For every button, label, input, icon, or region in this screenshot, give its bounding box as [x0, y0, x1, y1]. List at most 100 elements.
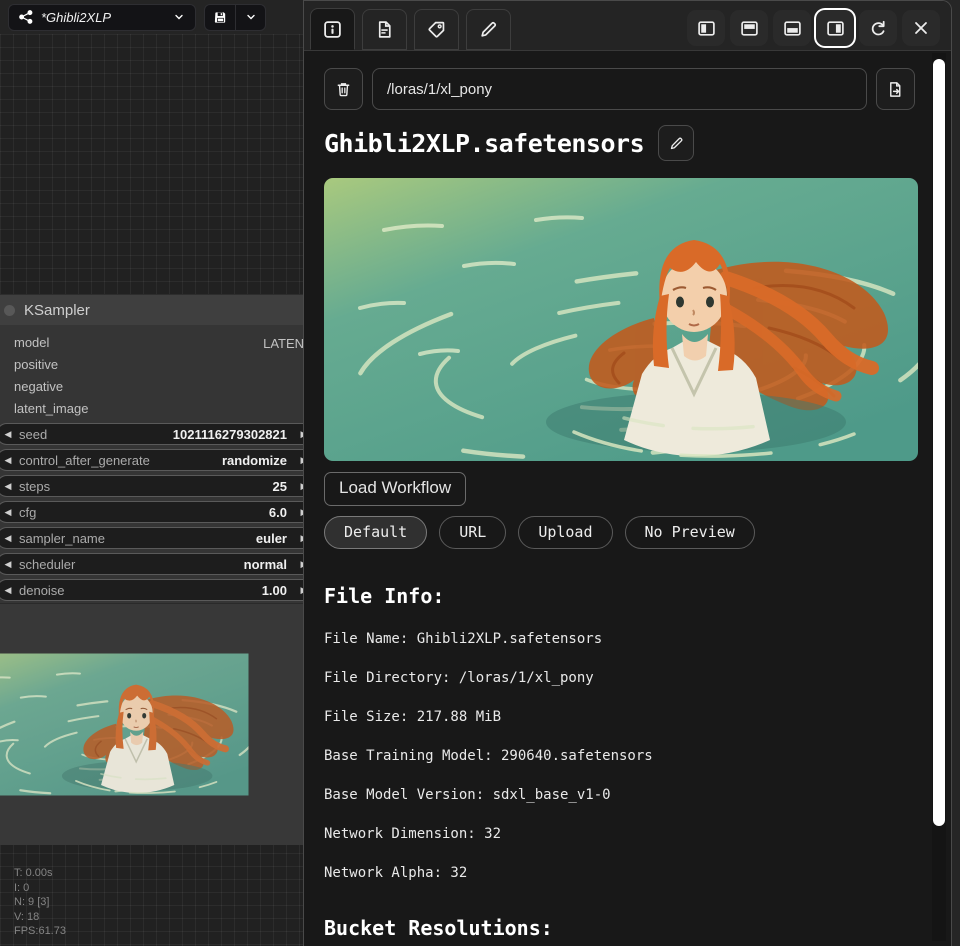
model-path-input[interactable]: [372, 68, 867, 110]
panel-scrollbar-track[interactable]: [932, 53, 946, 941]
increment-icon[interactable]: ▶: [295, 507, 303, 518]
input-positive[interactable]: positive: [14, 357, 58, 372]
file-size-row: File Size: 217.88 MiB: [324, 709, 915, 725]
preview-upload-button[interactable]: Upload: [518, 516, 612, 549]
ksampler-node[interactable]: KSampler model LATENT positive negative l…: [0, 295, 303, 603]
network-alpha-row: Network Alpha: 32: [324, 865, 915, 881]
dock-top-icon: [740, 19, 759, 38]
workflow-selector[interactable]: *Ghibli2XLP: [8, 4, 196, 31]
widget-seed[interactable]: ◀ seed 1021116279302821 ▶: [0, 423, 303, 445]
input-latent-image[interactable]: latent_image: [14, 401, 88, 416]
widget-denoise[interactable]: ◀ denoise 1.00 ▶: [0, 579, 303, 601]
dock-left-button[interactable]: [687, 10, 725, 46]
delete-model-button[interactable]: [324, 68, 363, 110]
tag-icon: [427, 20, 446, 39]
increment-icon[interactable]: ▶: [295, 455, 303, 466]
stat-time: T: 0.00s: [14, 866, 66, 881]
preview-source-buttons: Default URL Upload No Preview: [324, 516, 915, 549]
chevron-down-icon: [245, 11, 257, 23]
tab-edit[interactable]: [466, 9, 511, 50]
info-icon: [323, 20, 342, 39]
output-latent[interactable]: LATENT: [263, 336, 303, 351]
pencil-icon: [479, 20, 498, 39]
tab-description[interactable]: [362, 9, 407, 50]
base-model-version-row: Base Model Version: sdxl_base_v1-0: [324, 787, 915, 803]
path-toolbar: [324, 68, 915, 110]
decrement-icon[interactable]: ◀: [0, 481, 19, 492]
tab-tags[interactable]: [414, 9, 459, 50]
panel-content: Ghibli2XLP.safetensors Load Workflow Def…: [304, 52, 951, 946]
network-dimension-row: Network Dimension: 32: [324, 826, 915, 842]
close-icon: [912, 19, 930, 37]
stat-nodes: N: 9 [3]: [14, 895, 66, 910]
decrement-icon[interactable]: ◀: [0, 455, 19, 466]
model-info-panel: Ghibli2XLP.safetensors Load Workflow Def…: [303, 0, 952, 946]
file-directory-row: File Directory: /loras/1/xl_pony: [324, 670, 915, 686]
decrement-icon[interactable]: ◀: [0, 559, 19, 570]
save-workflow-button[interactable]: [205, 5, 235, 30]
base-training-model-row: Base Training Model: 290640.safetensors: [324, 748, 915, 764]
increment-icon[interactable]: ▶: [295, 533, 303, 544]
widget-sampler-name[interactable]: ◀ sampler_name euler ▶: [0, 527, 303, 549]
increment-icon[interactable]: ▶: [295, 481, 303, 492]
move-file-button[interactable]: [876, 68, 915, 110]
chevron-down-icon: [173, 11, 185, 23]
dock-bottom-icon: [783, 19, 802, 38]
save-options-button[interactable]: [235, 5, 265, 30]
dock-bottom-button[interactable]: [773, 10, 811, 46]
preview-image-node[interactable]: [0, 604, 303, 845]
widget-scheduler[interactable]: ◀ scheduler normal ▶: [0, 553, 303, 575]
rename-model-button[interactable]: [658, 125, 694, 161]
widget-steps[interactable]: ◀ steps 25 ▶: [0, 475, 303, 497]
increment-icon[interactable]: ▶: [295, 559, 303, 570]
trash-icon: [335, 81, 352, 98]
node-canvas[interactable]: *Ghibli2XLP KSampler model LATENT positiv…: [0, 0, 303, 946]
model-title-row: Ghibli2XLP.safetensors: [324, 125, 915, 161]
widget-control-after-generate[interactable]: ◀ control_after_generate randomize ▶: [0, 449, 303, 471]
model-preview-image: [324, 178, 918, 461]
node-io: model LATENT positive negative latent_ima…: [0, 325, 303, 421]
file-export-icon: [887, 81, 904, 98]
side-panel-window: Ghibli2XLP.safetensors Load Workflow Def…: [303, 0, 960, 946]
canvas-perf-stats: T: 0.00s I: 0 N: 9 [3] V: 18 FPS:61.73: [14, 866, 66, 939]
increment-icon[interactable]: ▶: [295, 585, 303, 596]
panel-scrollbar-thumb[interactable]: [933, 59, 945, 826]
workflow-menubar: *Ghibli2XLP: [0, 0, 303, 34]
refresh-button[interactable]: [859, 10, 897, 46]
load-workflow-button[interactable]: Load Workflow: [324, 472, 466, 506]
preview-none-button[interactable]: No Preview: [625, 516, 755, 549]
node-title-bar[interactable]: KSampler: [0, 295, 303, 325]
stat-v: V: 18: [14, 910, 66, 925]
model-title: Ghibli2XLP.safetensors: [324, 129, 644, 158]
node-collapse-dot[interactable]: [4, 305, 15, 316]
decrement-icon[interactable]: ◀: [0, 533, 19, 544]
input-model[interactable]: model: [14, 335, 49, 350]
node-title: KSampler: [24, 302, 90, 319]
pencil-icon: [669, 136, 684, 151]
decrement-icon[interactable]: ◀: [0, 429, 19, 440]
bucket-resolutions-heading: Bucket Resolutions:: [324, 916, 915, 940]
widget-cfg[interactable]: ◀ cfg 6.0 ▶: [0, 501, 303, 523]
close-panel-button[interactable]: [902, 10, 940, 46]
tab-info[interactable]: [310, 8, 355, 50]
node-widgets: ◀ seed 1021116279302821 ▶ ◀ control_afte…: [0, 421, 303, 601]
increment-icon[interactable]: ▶: [295, 429, 303, 440]
stat-fps: FPS:61.73: [14, 924, 66, 939]
decrement-icon[interactable]: ◀: [0, 585, 19, 596]
dock-right-button[interactable]: [816, 10, 854, 46]
dock-top-button[interactable]: [730, 10, 768, 46]
preview-url-button[interactable]: URL: [439, 516, 506, 549]
dock-right-icon: [826, 19, 845, 38]
file-name-row: File Name: Ghibli2XLP.safetensors: [324, 631, 915, 647]
refresh-icon: [869, 19, 888, 38]
dock-left-icon: [697, 19, 716, 38]
workflow-name: *Ghibli2XLP: [41, 10, 165, 25]
share-icon: [19, 10, 33, 24]
input-negative[interactable]: negative: [14, 379, 63, 394]
save-button-group: [204, 4, 266, 31]
preview-default-button[interactable]: Default: [324, 516, 427, 549]
decrement-icon[interactable]: ◀: [0, 507, 19, 518]
stat-iterations: I: 0: [14, 881, 66, 896]
file-info-heading: File Info:: [324, 584, 915, 608]
panel-window-controls: [687, 10, 940, 46]
